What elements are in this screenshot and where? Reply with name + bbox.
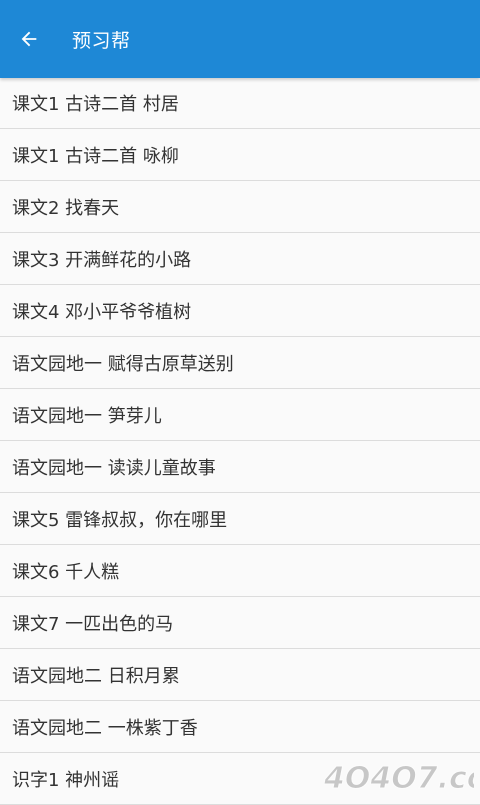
page-title: 预习帮	[72, 29, 131, 52]
list-item[interactable]: 课文1 古诗二首 村居	[0, 78, 480, 129]
list-item[interactable]: 课文4 邓小平爷爷植树	[0, 285, 480, 337]
lesson-list: 课文1 古诗二首 村居 课文1 古诗二首 咏柳 课文2 找春天 课文3 开满鲜花…	[0, 78, 480, 805]
list-item[interactable]: 课文3 开满鲜花的小路	[0, 233, 480, 285]
list-item[interactable]: 语文园地二 一株紫丁香	[0, 701, 480, 753]
list-item[interactable]: 语文园地二 日积月累	[0, 649, 480, 701]
list-item[interactable]: 课文2 找春天	[0, 181, 480, 233]
list-item[interactable]: 语文园地一 赋得古原草送别	[0, 337, 480, 389]
list-item[interactable]: 语文园地一 读读儿童故事	[0, 441, 480, 493]
svg-text:4O4O7.com: 4O4O7.com	[324, 761, 474, 796]
list-item[interactable]: 语文园地一 笋芽儿	[0, 389, 480, 441]
list-item[interactable]: 课文5 雷锋叔叔，你在哪里	[0, 493, 480, 545]
watermark-logo: 4O4O7.com	[324, 761, 474, 797]
app-bar: 预习帮	[0, 0, 480, 78]
back-button[interactable]	[0, 0, 58, 78]
list-item[interactable]: 课文7 一匹出色的马	[0, 597, 480, 649]
list-item[interactable]: 课文1 古诗二首 咏柳	[0, 129, 480, 181]
list-item[interactable]: 课文6 千人糕	[0, 545, 480, 597]
arrow-left-icon	[21, 31, 37, 47]
